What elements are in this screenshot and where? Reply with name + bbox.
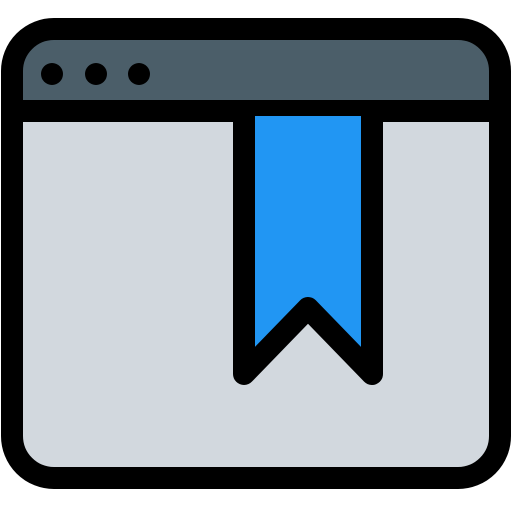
browser-bookmark-icon (0, 0, 512, 512)
window-dot-2 (85, 63, 107, 85)
window-dot-1 (41, 63, 63, 85)
window-titlebar (12, 29, 500, 111)
icon-svg (1, 18, 511, 489)
window-dot-3 (128, 63, 150, 85)
